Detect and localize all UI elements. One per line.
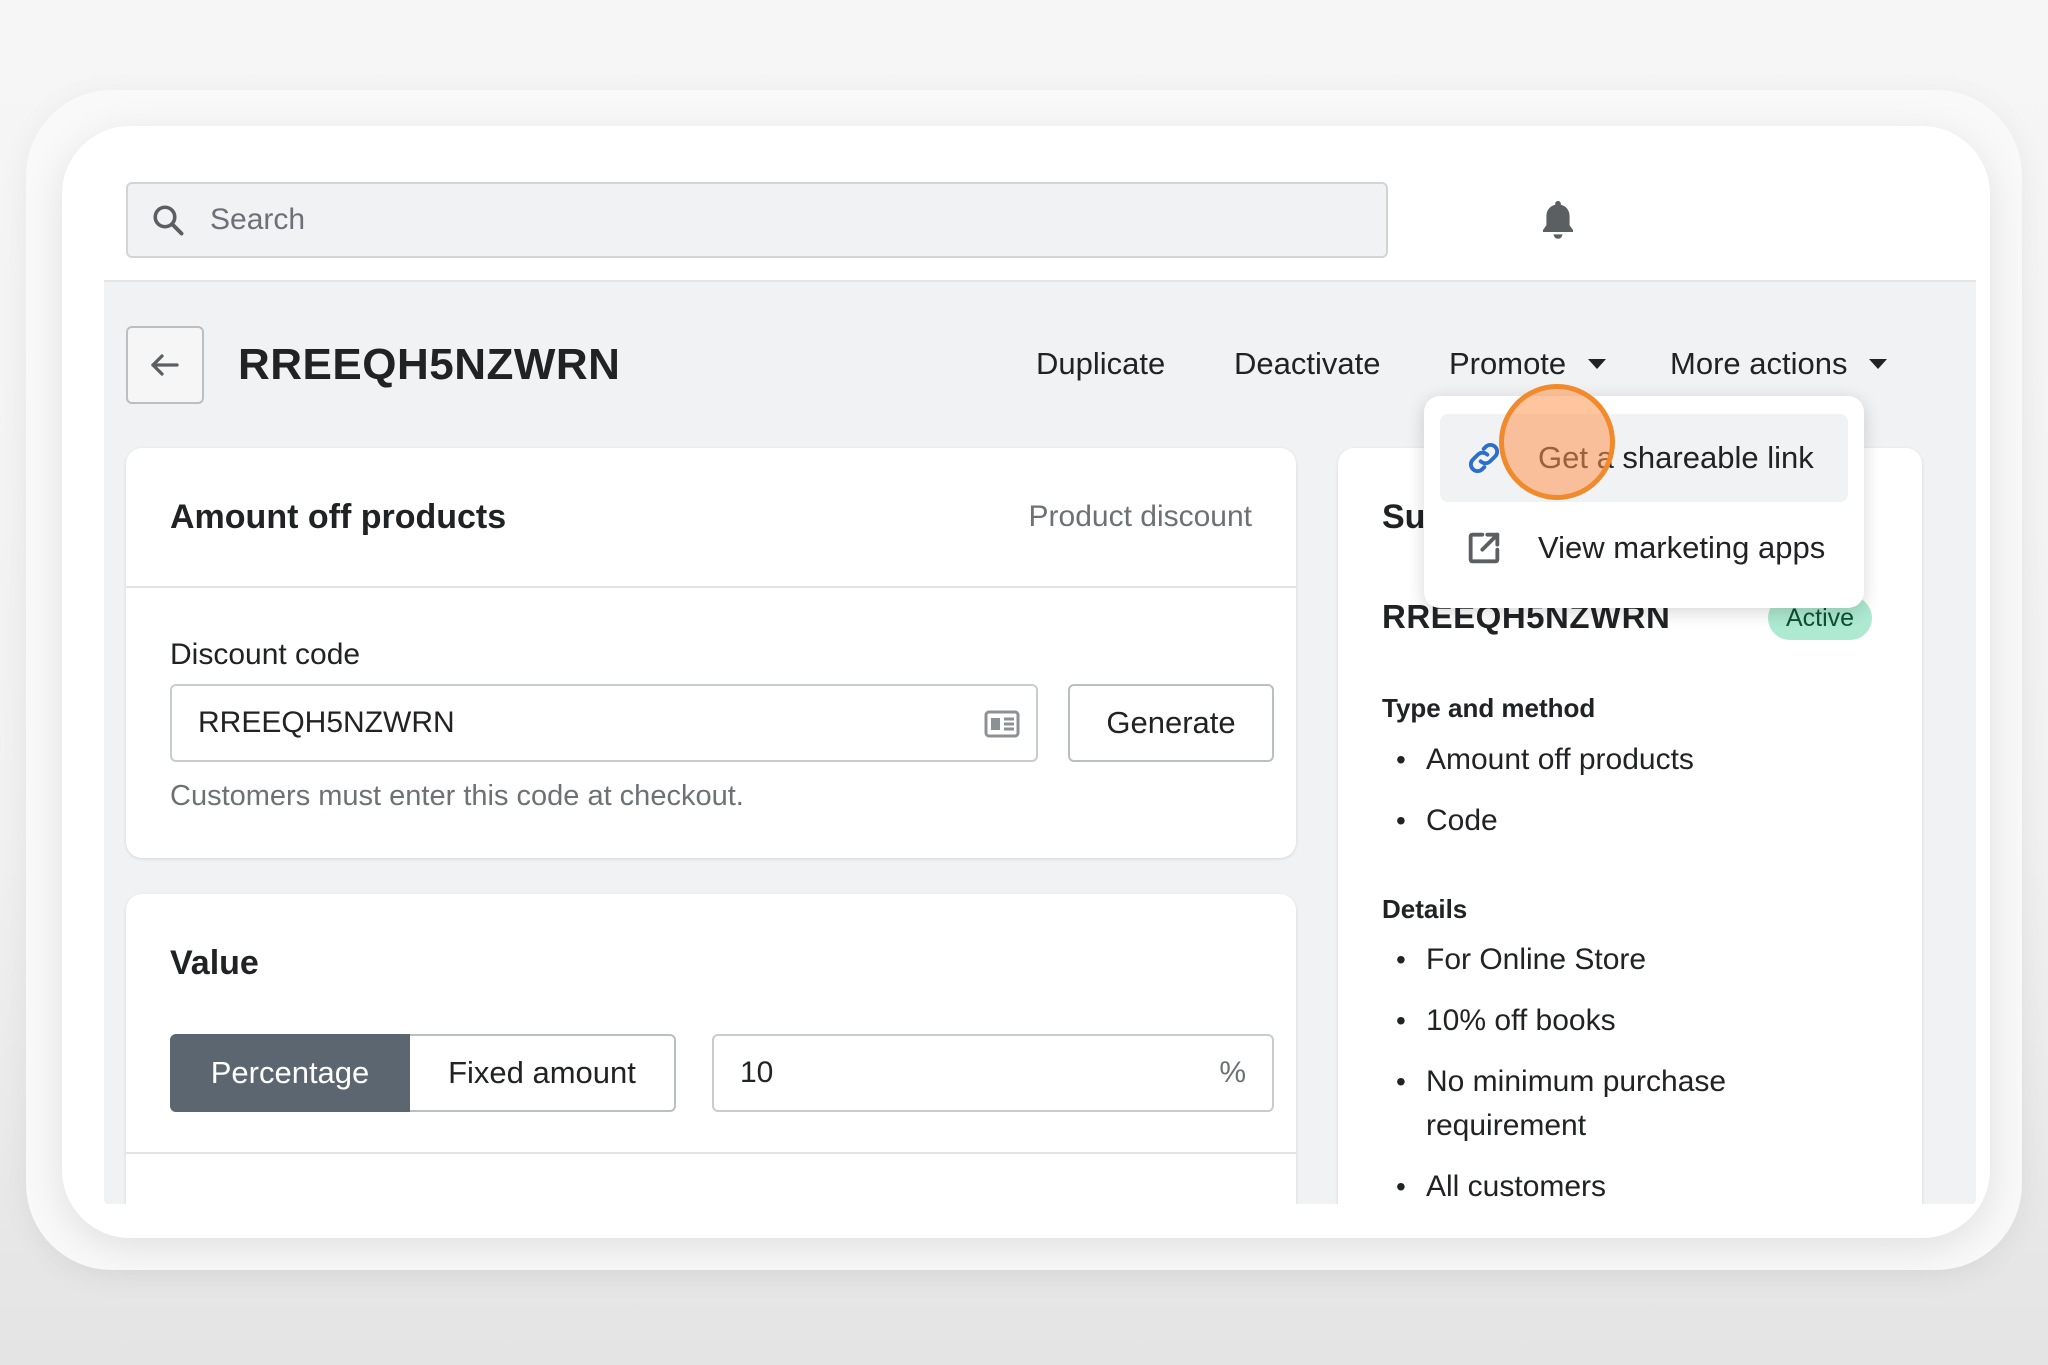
list-item: Code <box>1382 799 1842 843</box>
more-actions-button[interactable]: More actions <box>1670 346 1888 382</box>
discount-code-label: Discount code <box>170 638 361 671</box>
external-link-icon <box>1468 532 1500 564</box>
list-item: Amount off products <box>1382 738 1842 782</box>
help-text: Customers must enter this code at checko… <box>170 780 744 812</box>
generate-button[interactable]: Generate <box>1068 684 1274 762</box>
discount-code-card: Amount off products Product discount Dis… <box>126 448 1296 858</box>
promote-dropdown-menu: Get a shareable link View marketing apps <box>1424 396 1864 608</box>
list-item: No minimum purchase requirement <box>1382 1060 1842 1148</box>
divider <box>126 1152 1296 1154</box>
back-button[interactable] <box>126 326 204 404</box>
fixed-amount-option[interactable]: Fixed amount <box>410 1034 676 1112</box>
details-list: For Online Store 10% off books No minimu… <box>1382 938 1842 1204</box>
value-title: Value <box>170 944 259 982</box>
percent-suffix: % <box>1219 1056 1246 1089</box>
link-icon <box>1469 443 1499 473</box>
search-icon <box>153 205 184 236</box>
arrow-left-icon <box>151 354 179 376</box>
percentage-option[interactable]: Percentage <box>170 1034 410 1112</box>
duplicate-button[interactable]: Duplicate <box>1036 346 1165 382</box>
value-amount-field[interactable]: 10 % <box>712 1034 1274 1112</box>
list-item: For Online Store <box>1382 938 1842 982</box>
menu-item-label: View marketing apps <box>1538 530 1826 565</box>
type-method-heading: Type and method <box>1382 693 1596 723</box>
deactivate-label: Deactivate <box>1234 346 1381 381</box>
bell-icon[interactable] <box>1534 196 1582 244</box>
duplicate-label: Duplicate <box>1036 346 1166 381</box>
list-item: 10% off books <box>1382 999 1842 1043</box>
type-method-list: Amount off products Code <box>1382 738 1842 860</box>
deactivate-button[interactable]: Deactivate <box>1234 346 1380 382</box>
value-card: Value Percentage Fixed amount 10 % <box>126 894 1296 1204</box>
top-bar: Search <box>104 160 1976 282</box>
click-indicator <box>1499 384 1615 500</box>
discount-type: Product discount <box>1028 500 1252 533</box>
card-title: Amount off products <box>170 498 507 536</box>
promote-label: Promote <box>1449 346 1567 381</box>
search-placeholder: Search <box>210 203 306 236</box>
app-screen: Search RREEQH5NZWRN Duplicate Deactivate… <box>104 160 1976 1204</box>
promote-button[interactable]: Promote <box>1449 346 1607 382</box>
value-amount: 10 <box>740 1056 774 1089</box>
discount-code-value: RREEQH5NZWRN <box>198 706 455 739</box>
id-card-icon <box>984 710 1020 738</box>
more-actions-label: More actions <box>1670 346 1848 381</box>
divider <box>126 586 1296 588</box>
value-type-toggle: Percentage Fixed amount <box>170 1034 676 1112</box>
page-title: RREEQH5NZWRN <box>238 340 621 389</box>
discount-code-field[interactable]: RREEQH5NZWRN <box>170 684 1038 762</box>
menu-item-marketing-apps[interactable]: View marketing apps <box>1440 504 1848 592</box>
summary-title: Su <box>1382 498 1426 536</box>
caret-down-icon <box>1588 359 1607 369</box>
details-heading: Details <box>1382 894 1468 924</box>
search-input[interactable]: Search <box>126 182 1388 258</box>
caret-down-icon <box>1869 359 1888 369</box>
list-item: All customers <box>1382 1165 1842 1204</box>
